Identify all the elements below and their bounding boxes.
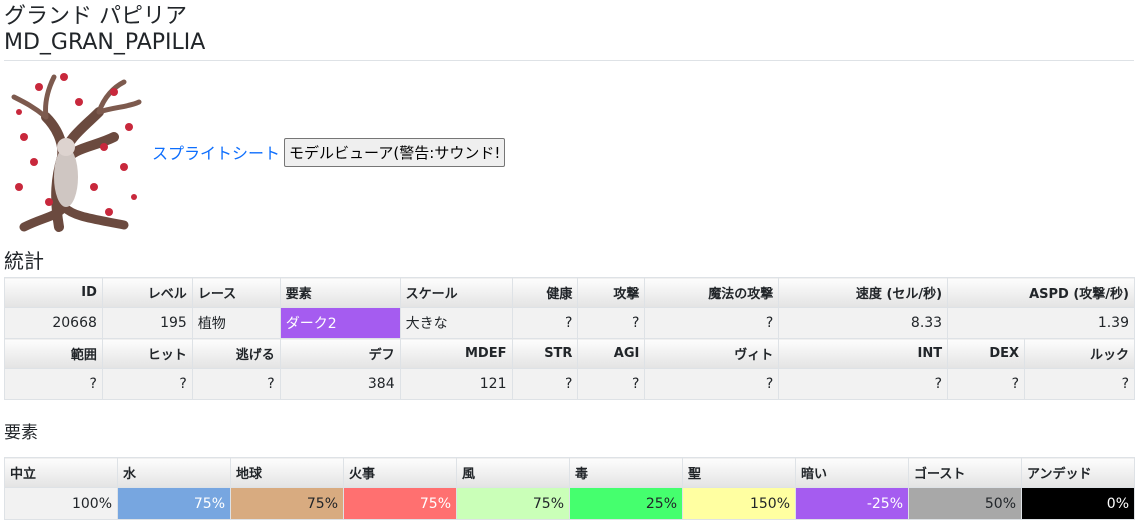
stat-header: MDEF	[399, 338, 513, 369]
stat-value: ?	[577, 368, 646, 400]
element-value: 150%	[682, 487, 796, 520]
stat-value: ?	[101, 368, 193, 400]
stat-header: INT	[778, 338, 949, 369]
stat-value: ?	[511, 307, 579, 339]
title-divider	[4, 60, 1134, 61]
element-value: 0%	[1021, 487, 1135, 520]
stat-value: ?	[644, 307, 780, 339]
stat-value: ?	[947, 368, 1026, 400]
stat-header: レース	[191, 277, 281, 308]
stats-header-row-1: ID レベル レース 要素 スケール 健康 攻撃 魔法の攻撃 速度 (セル/秒)…	[4, 277, 1135, 308]
stat-header: スケール	[399, 277, 513, 308]
stat-value: 20668	[4, 307, 103, 339]
sprite-row: スプライトシート モデルビューア(警告:サウンド!	[4, 67, 1134, 237]
elements-value-row: 100% 75% 75% 75% 75% 25% 150% -25% 50% 0%	[4, 487, 1135, 520]
stat-header: ASPD (攻撃/秒)	[947, 277, 1135, 308]
stat-value: ?	[778, 368, 949, 400]
stat-header: DEX	[947, 338, 1026, 369]
element-header: 地球	[230, 457, 344, 488]
stats-value-row-1: 20668 195 植物 ダーク2 大きな ? ? ? 8.33 1.39	[4, 307, 1135, 339]
stat-value: ?	[4, 368, 103, 400]
elements-table: 中立水地球 火事風毒聖暗い ゴースト アンデッド 100% 75% 75% 75% 75% 25…	[4, 457, 1135, 520]
element-value: 75%	[117, 487, 231, 520]
stats-table: ID レベル レース 要素 スケール 健康 攻撃 魔法の攻撃 速度 (セル/秒)…	[4, 277, 1135, 400]
sprite-sheet-link[interactable]: スプライトシート	[152, 140, 280, 164]
stat-header: ID	[4, 277, 103, 308]
stat-header: 攻撃	[577, 277, 646, 308]
stat-value-element: ダーク2	[279, 307, 401, 339]
element-header: 毒	[569, 457, 683, 488]
stat-value: ?	[1024, 368, 1135, 400]
stats-heading: 統計	[4, 249, 44, 273]
stat-value: 121	[399, 368, 513, 400]
element-header: アンデッド	[1021, 457, 1135, 488]
stat-value: 384	[279, 368, 401, 400]
monster-sprite-image	[4, 67, 144, 237]
element-value: 75%	[230, 487, 344, 520]
stat-header: レベル	[101, 277, 193, 308]
monster-code: MD_GRAN_PAPILIA	[4, 30, 206, 55]
stat-header: 速度 (セル/秒)	[778, 277, 949, 308]
monster-name-jp: グランド パピリア	[4, 4, 187, 29]
stat-value: 植物	[191, 307, 281, 339]
elements-heading: 要素	[4, 423, 38, 443]
stat-header: 範囲	[4, 338, 103, 369]
stats-header-row-2: 範囲 ヒット 逃げる デフ MDEF STR AGI ヴィト INT DEX ル…	[4, 338, 1135, 369]
element-value: 100%	[4, 487, 118, 520]
stat-value: 8.33	[778, 307, 949, 339]
element-header: ゴースト	[908, 457, 1022, 488]
stat-header: 健康	[511, 277, 579, 308]
stat-header: ルック	[1024, 338, 1135, 369]
stat-value: 大きな	[399, 307, 513, 339]
stat-value: ?	[577, 307, 646, 339]
element-value: -25%	[795, 487, 909, 520]
stat-value: 1.39	[947, 307, 1135, 339]
element-header: 聖	[682, 457, 796, 488]
element-header: 火事	[343, 457, 457, 488]
stat-header: 逃げる	[191, 338, 281, 369]
element-value: 50%	[908, 487, 1022, 520]
stat-header: 要素	[279, 277, 401, 308]
model-viewer-button[interactable]: モデルビューア(警告:サウンド!	[284, 137, 506, 167]
stat-header: デフ	[279, 338, 401, 369]
element-value: 75%	[343, 487, 457, 520]
element-value: 75%	[456, 487, 570, 520]
stats-value-row-2: ? ? ? 384 121 ? ? ? ? ? ?	[4, 368, 1135, 400]
element-header: 暗い	[795, 457, 909, 488]
stat-header: AGI	[577, 338, 646, 369]
element-header: 水	[117, 457, 231, 488]
stat-value: 195	[101, 307, 193, 339]
stat-header: ヒット	[101, 338, 193, 369]
element-value: 25%	[569, 487, 683, 520]
element-header: 中立	[4, 457, 118, 488]
element-header: 風	[456, 457, 570, 488]
stat-header: 魔法の攻撃	[644, 277, 780, 308]
stat-header: ヴィト	[644, 338, 780, 369]
stat-header: STR	[511, 338, 579, 369]
elements-header-row: 中立水地球 火事風毒聖暗い ゴースト アンデッド	[4, 457, 1135, 488]
stat-value: ?	[191, 368, 281, 400]
stat-value: ?	[511, 368, 579, 400]
stat-value: ?	[644, 368, 780, 400]
page: グランド パピリア MD_GRAN_PAPILIA スプライトシート モデルビュ…	[0, 0, 1144, 520]
